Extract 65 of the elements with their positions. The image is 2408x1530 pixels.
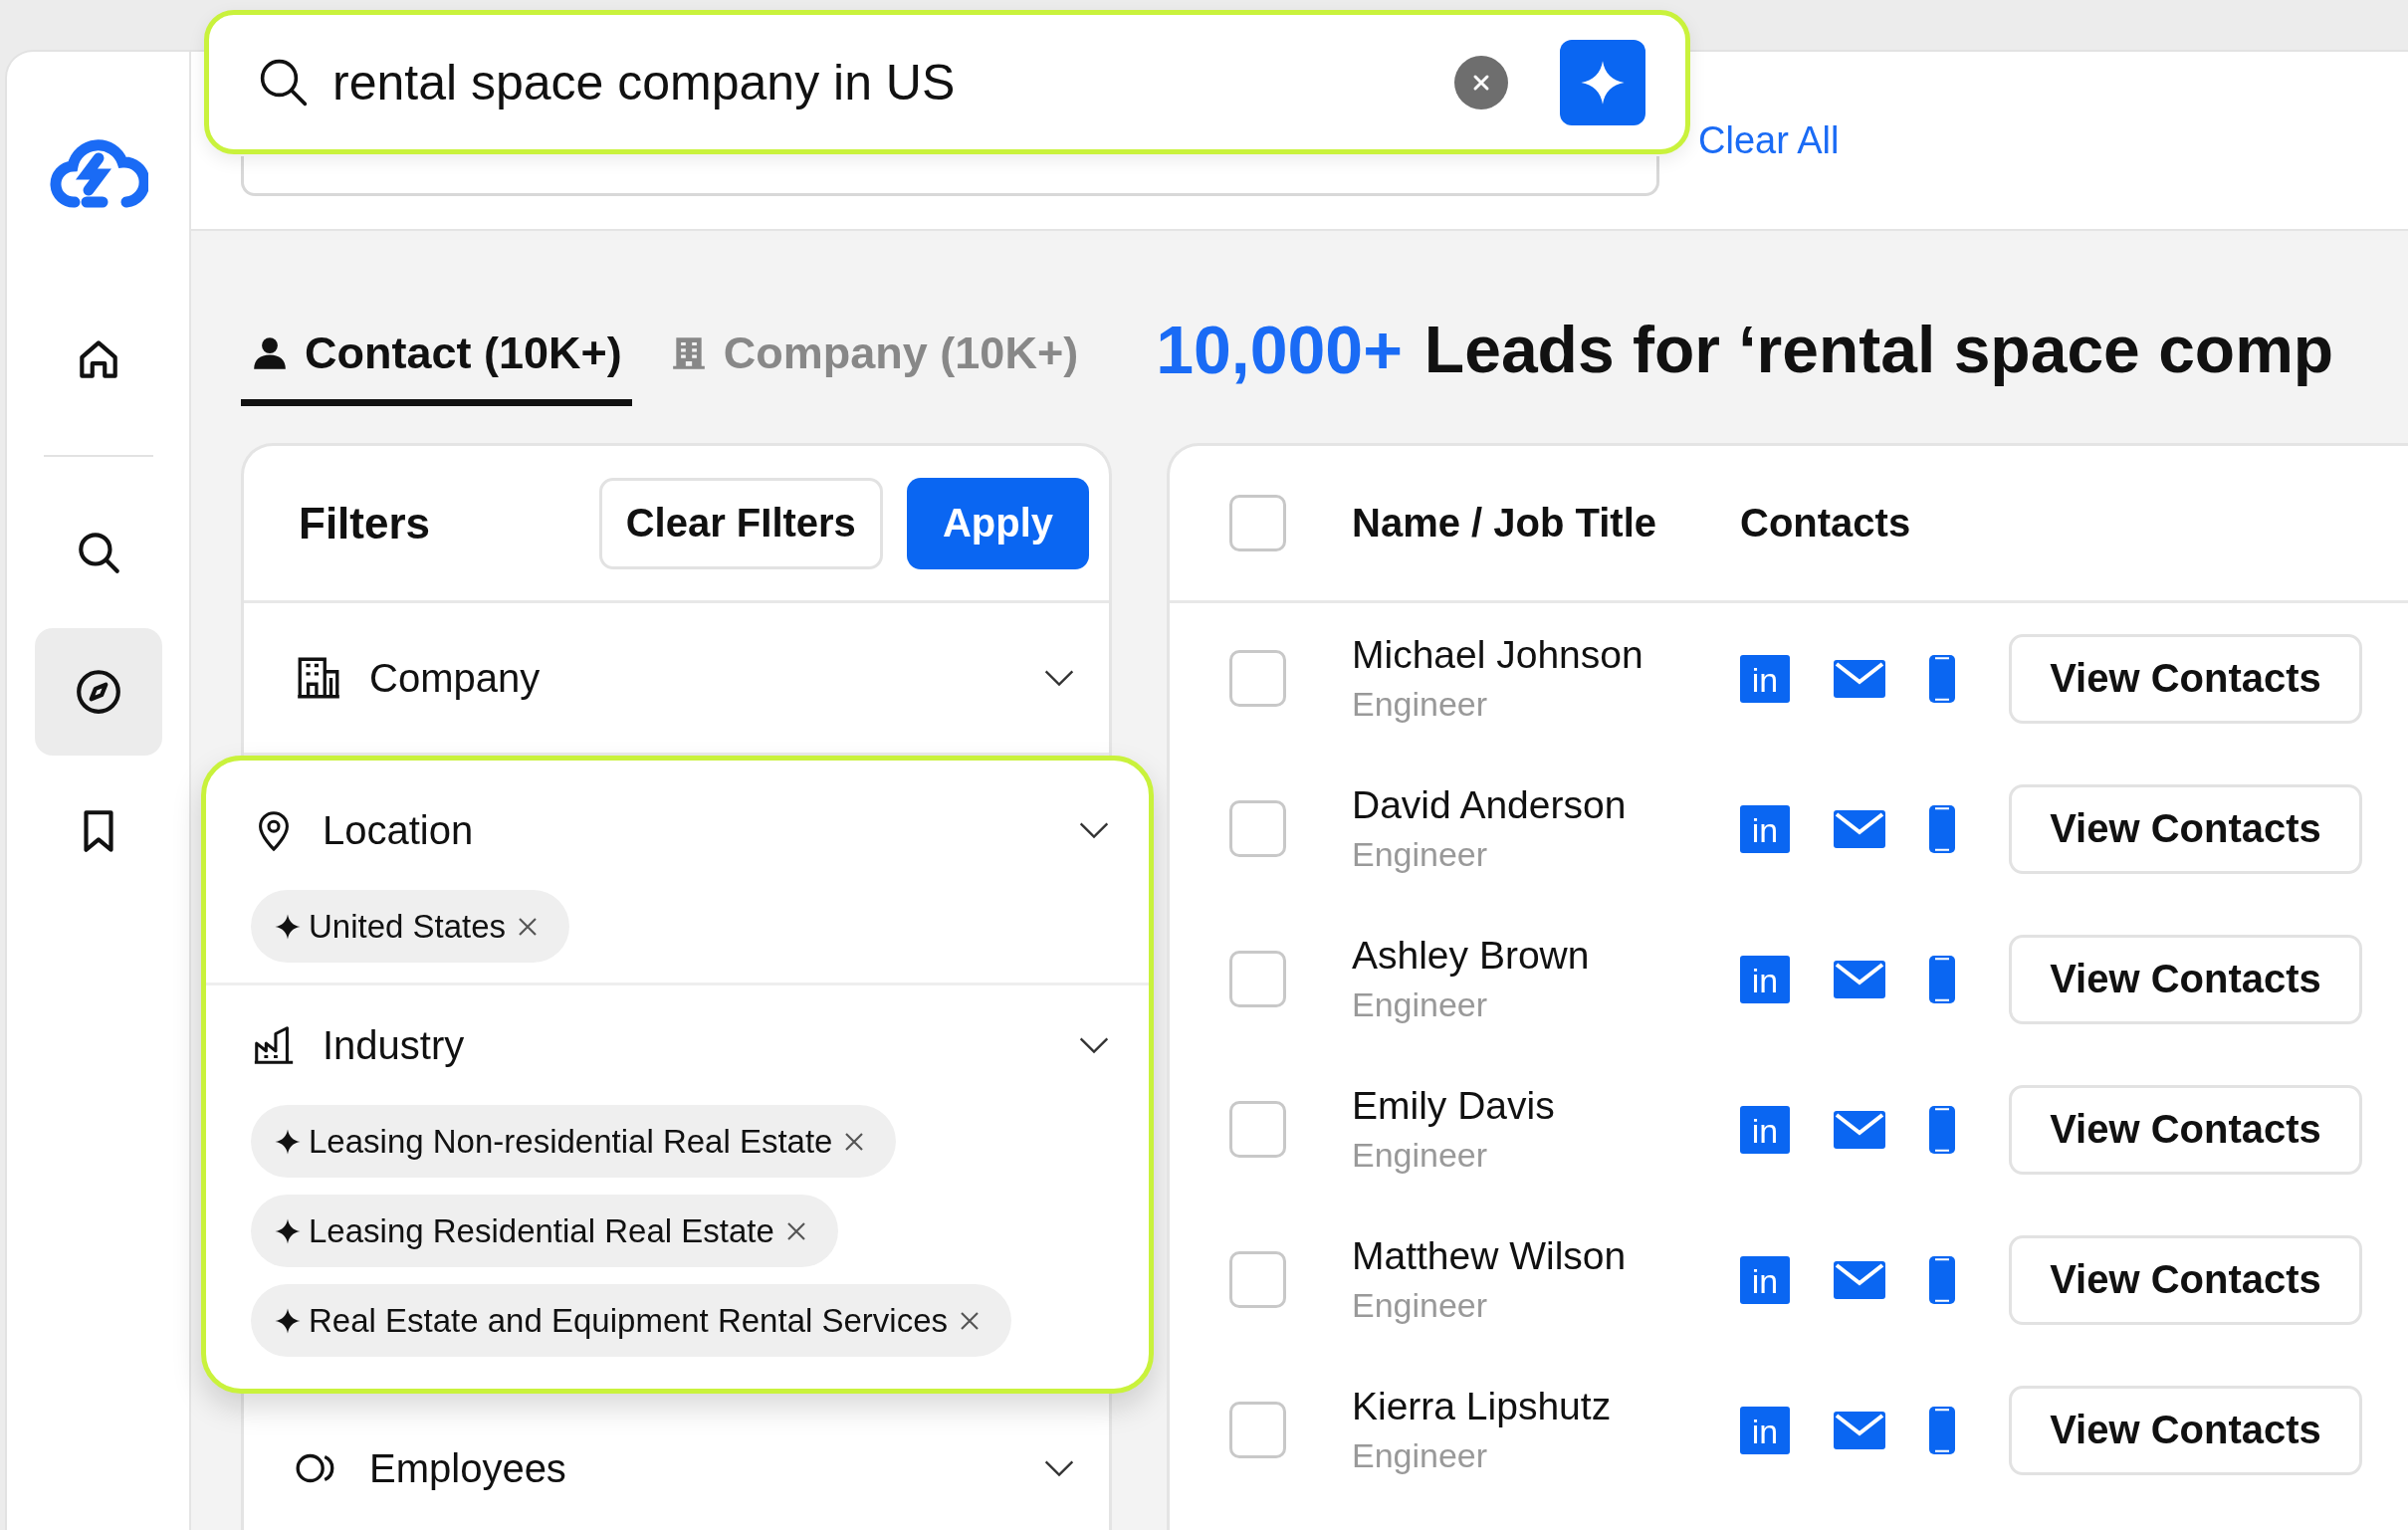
phone-icon[interactable] [1929,955,1955,1003]
filter-chip[interactable]: United States [251,890,570,963]
view-contacts-button[interactable]: View Contacts [2009,783,2362,874]
results-tab[interactable]: Contact (10K+) [241,307,632,406]
filter-section-title[interactable]: Location [323,807,1048,853]
view-contacts-button[interactable]: View Contacts [2009,1385,2362,1475]
clear-filters-button[interactable]: Clear FIlters [598,477,883,569]
envelope-icon[interactable] [1834,659,1885,698]
contact-name: Kierra Lipshutz [1352,1385,1613,1428]
search-field[interactable]: rental space company in US [204,10,1690,154]
ai-search-button[interactable] [1560,39,1645,125]
job-title: Engineer [1352,1286,1489,1325]
job-title: Engineer [1352,1436,1489,1475]
column-header: Name / Job Title [1352,501,1657,546]
linkedin-icon[interactable]: in [1740,654,1790,703]
apply-button[interactable]: Apply [906,477,1089,569]
linkedin-icon[interactable]: in [1740,804,1790,853]
contact-name: Matthew Wilson [1352,1234,1628,1278]
view-contacts-button[interactable]: View Contacts [2009,1084,2362,1175]
row-checkbox[interactable] [1229,800,1286,857]
row-checkbox[interactable] [1229,1101,1286,1158]
linkedin-icon[interactable]: in [1740,1406,1790,1454]
linkedin-icon[interactable]: in [1740,1255,1790,1304]
view-contacts-button[interactable]: View Contacts [2009,633,2362,724]
results-heading: Leads for ‘rental space comp [1423,312,2334,387]
filter-section-title[interactable]: Industry [323,1022,1048,1068]
clear-search-button[interactable] [1454,55,1508,109]
envelope-icon[interactable] [1834,960,1885,998]
job-title: Engineer [1352,1136,1489,1175]
select-all-checkbox[interactable] [1229,495,1286,551]
phone-icon[interactable] [1929,804,1955,853]
view-contacts-button[interactable]: View Contacts [2009,1234,2362,1325]
filter-chip[interactable]: Leasing Non-residential Real Estate [251,1105,897,1178]
row-checkbox[interactable] [1229,1251,1286,1308]
phone-icon[interactable] [1929,654,1955,703]
row-checkbox[interactable] [1229,650,1286,707]
job-title: Engineer [1352,685,1489,724]
filter-section-title[interactable]: Employees [369,1445,1013,1491]
envelope-icon[interactable] [1834,1110,1885,1149]
view-contacts-button[interactable]: View Contacts [2009,934,2362,1024]
clear-all-link[interactable]: Clear All [1698,119,1840,162]
linkedin-icon[interactable]: in [1740,1105,1790,1154]
results-count: 10,000+ [1156,311,1403,388]
contact-name: David Anderson [1352,783,1628,827]
job-title: Engineer [1352,835,1489,874]
contact-name: Michael Johnson [1352,633,1644,677]
envelope-icon[interactable] [1834,809,1885,848]
search-input[interactable]: rental space company in US [332,53,1432,111]
column-header: Contacts [1740,501,1911,546]
envelope-icon[interactable] [1834,1411,1885,1449]
filter-chip[interactable]: Real Estate and Equipment Rental Services [251,1284,1012,1357]
phone-icon[interactable] [1929,1105,1955,1154]
phone-icon[interactable] [1929,1255,1955,1304]
filter-section-title[interactable]: Company [369,655,1013,701]
linkedin-icon[interactable]: in [1740,955,1790,1003]
row-checkbox[interactable] [1229,951,1286,1007]
envelope-icon[interactable] [1834,1260,1885,1299]
job-title: Engineer [1352,985,1489,1024]
filter-chip[interactable]: Leasing Residential Real Estate [251,1195,838,1267]
contact-name: Ashley Brown [1352,934,1591,978]
filters-title: Filters [299,498,432,548]
contact-name: Emily Davis [1352,1084,1556,1128]
row-checkbox[interactable] [1229,1402,1286,1458]
nav-compass-button[interactable] [34,628,162,756]
phone-icon[interactable] [1929,1406,1955,1454]
